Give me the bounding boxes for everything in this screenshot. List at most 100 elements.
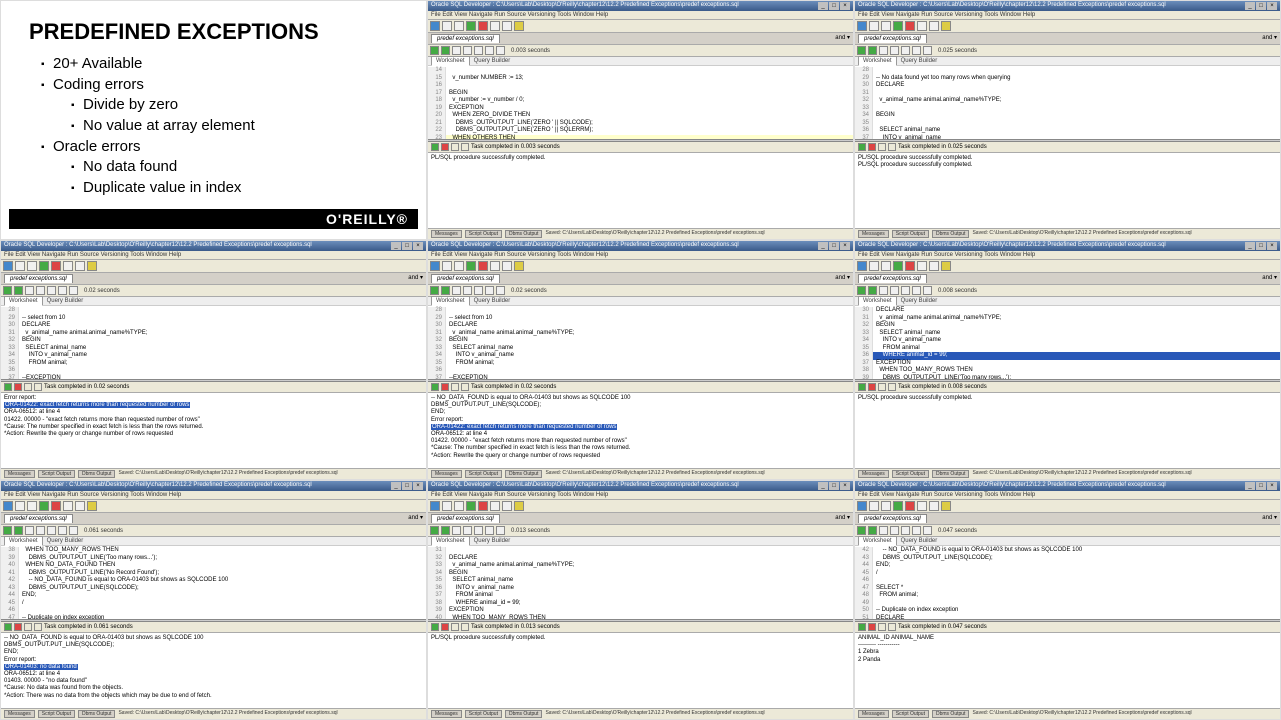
dbms-output-tab[interactable]: Dbms Output <box>505 230 542 238</box>
worksheet-tabs[interactable]: WorksheetQuery Builder <box>428 57 853 66</box>
worksheet-toolbar[interactable]: 0.061 seconds <box>1 525 426 537</box>
code-editor[interactable]: 42 -- NO_DATA_FOUND is equal to ORA-0140… <box>855 546 1280 619</box>
script-output-tab[interactable]: Script Output <box>465 230 502 238</box>
connection-dropdown[interactable]: and ▾ <box>1262 34 1277 43</box>
menu-bar[interactable]: File Edit View Navigate Run Source Versi… <box>428 11 853 20</box>
script-output[interactable]: -- NO_DATA_FOUND is equal to ORA-01403 b… <box>428 393 853 468</box>
script-output[interactable]: ANIMAL_ID ANIMAL_NAME--------- ---------… <box>855 633 1280 708</box>
window-controls[interactable]: _□× <box>1244 482 1277 490</box>
worksheet-toolbar[interactable]: 0.02 seconds <box>1 285 426 297</box>
menu-bar[interactable]: File Edit View Navigate Run Source Versi… <box>428 251 853 260</box>
worksheet-toolbar[interactable]: 0.02 seconds <box>428 285 853 297</box>
dbms-output-tab[interactable]: Dbms Output <box>505 710 542 718</box>
script-output-tab[interactable]: Script Output <box>892 230 929 238</box>
main-toolbar[interactable] <box>1 500 426 513</box>
window-titlebar[interactable]: Oracle SQL Developer : C:\Users\Lab\Desk… <box>855 481 1280 491</box>
code-editor[interactable]: 2829-- select from 1030DECLARE31 v_anima… <box>428 306 853 379</box>
script-output-tab[interactable]: Script Output <box>38 470 75 478</box>
worksheet-tabs[interactable]: WorksheetQuery Builder <box>428 537 853 546</box>
main-toolbar[interactable] <box>428 260 853 273</box>
worksheet-tabs[interactable]: WorksheetQuery Builder <box>428 297 853 306</box>
main-toolbar[interactable] <box>428 500 853 513</box>
dbms-output-tab[interactable]: Dbms Output <box>78 470 115 478</box>
window-controls[interactable]: _□× <box>817 482 850 490</box>
script-output-tab[interactable]: Script Output <box>465 470 502 478</box>
output-toolbar[interactable]: Task completed in 0.047 seconds <box>855 622 1280 633</box>
code-editor[interactable]: 38 WHEN TOO_MANY_ROWS THEN39 DBMS_OUTPUT… <box>1 546 426 619</box>
worksheet-toolbar[interactable]: 0.003 seconds <box>428 45 853 57</box>
dbms-output-tab[interactable]: Dbms Output <box>932 470 969 478</box>
window-controls[interactable]: _□× <box>390 242 423 250</box>
messages-tab[interactable]: Messages <box>4 710 35 718</box>
main-toolbar[interactable] <box>428 20 853 33</box>
file-tabs[interactable]: predef exceptions.sqland ▾ <box>855 273 1280 285</box>
menu-bar[interactable]: File Edit View Navigate Run Source Versi… <box>855 11 1280 20</box>
output-toolbar[interactable]: Task completed in 0.02 seconds <box>1 382 426 393</box>
code-editor[interactable]: 2829-- select from 1030DECLARE31 v_anima… <box>1 306 426 379</box>
code-editor[interactable]: 2829-- No data found yet too many rows w… <box>855 66 1280 139</box>
file-tabs[interactable]: predef exceptions.sqland ▾ <box>855 33 1280 45</box>
worksheet-tabs[interactable]: WorksheetQuery Builder <box>1 537 426 546</box>
worksheet-toolbar[interactable]: 0.008 seconds <box>855 285 1280 297</box>
connection-dropdown[interactable]: and ▾ <box>408 514 423 523</box>
window-titlebar[interactable]: Oracle SQL Developer : C:\Users\Lab\Desk… <box>855 1 1280 11</box>
messages-tab[interactable]: Messages <box>431 710 462 718</box>
output-toolbar[interactable]: Task completed in 0.003 seconds <box>428 142 853 153</box>
script-output-tab[interactable]: Script Output <box>892 470 929 478</box>
script-output[interactable]: PL/SQL procedure successfully completed.… <box>855 153 1280 228</box>
code-editor[interactable]: 1415 v_number NUMBER := 13;1617BEGIN18 v… <box>428 66 853 139</box>
connection-dropdown[interactable]: and ▾ <box>835 274 850 283</box>
worksheet-tabs[interactable]: WorksheetQuery Builder <box>855 57 1280 66</box>
dbms-output-tab[interactable]: Dbms Output <box>505 470 542 478</box>
connection-dropdown[interactable]: and ▾ <box>1262 274 1277 283</box>
script-output[interactable]: PL/SQL procedure successfully completed. <box>855 393 1280 468</box>
connection-dropdown[interactable]: and ▾ <box>1262 514 1277 523</box>
worksheet-toolbar[interactable]: 0.013 seconds <box>428 525 853 537</box>
worksheet-tabs[interactable]: WorksheetQuery Builder <box>855 537 1280 546</box>
file-tabs[interactable]: predef exceptions.sqland ▾ <box>1 513 426 525</box>
menu-bar[interactable]: File Edit View Navigate Run Source Versi… <box>1 251 426 260</box>
window-titlebar[interactable]: Oracle SQL Developer : C:\Users\Lab\Desk… <box>1 481 426 491</box>
window-controls[interactable]: _□× <box>1244 2 1277 10</box>
script-output[interactable]: -- NO_DATA_FOUND is equal to ORA-01403 b… <box>1 633 426 708</box>
code-editor[interactable]: 30DECLARE31 v_animal_name animal.animal_… <box>855 306 1280 379</box>
file-tabs[interactable]: predef exceptions.sqland ▾ <box>1 273 426 285</box>
worksheet-toolbar[interactable]: 0.025 seconds <box>855 45 1280 57</box>
main-toolbar[interactable] <box>855 500 1280 513</box>
file-tabs[interactable]: predef exceptions.sqland ▾ <box>428 273 853 285</box>
messages-tab[interactable]: Messages <box>431 230 462 238</box>
worksheet-toolbar[interactable]: 0.047 seconds <box>855 525 1280 537</box>
output-toolbar[interactable]: Task completed in 0.02 seconds <box>428 382 853 393</box>
script-output-tab[interactable]: Script Output <box>892 710 929 718</box>
file-tabs[interactable]: predef exceptions.sqland ▾ <box>428 33 853 45</box>
connection-dropdown[interactable]: and ▾ <box>408 274 423 283</box>
connection-dropdown[interactable]: and ▾ <box>835 34 850 43</box>
menu-bar[interactable]: File Edit View Navigate Run Source Versi… <box>855 251 1280 260</box>
code-editor[interactable]: 3132DECLARE33 v_animal_name animal.anima… <box>428 546 853 619</box>
window-titlebar[interactable]: Oracle SQL Developer : C:\Users\Lab\Desk… <box>1 241 426 251</box>
dbms-output-tab[interactable]: Dbms Output <box>932 710 969 718</box>
script-output-tab[interactable]: Script Output <box>465 710 502 718</box>
messages-tab[interactable]: Messages <box>858 710 889 718</box>
main-toolbar[interactable] <box>1 260 426 273</box>
script-output-tab[interactable]: Script Output <box>38 710 75 718</box>
window-controls[interactable]: _□× <box>817 2 850 10</box>
file-tabs[interactable]: predef exceptions.sqland ▾ <box>855 513 1280 525</box>
file-tabs[interactable]: predef exceptions.sqland ▾ <box>428 513 853 525</box>
window-titlebar[interactable]: Oracle SQL Developer : C:\Users\Lab\Desk… <box>428 241 853 251</box>
connection-dropdown[interactable]: and ▾ <box>835 514 850 523</box>
output-toolbar[interactable]: Task completed in 0.008 seconds <box>855 382 1280 393</box>
main-toolbar[interactable] <box>855 20 1280 33</box>
window-titlebar[interactable]: Oracle SQL Developer : C:\Users\Lab\Desk… <box>428 481 853 491</box>
script-output[interactable]: PL/SQL procedure successfully completed. <box>428 633 853 708</box>
output-toolbar[interactable]: Task completed in 0.013 seconds <box>428 622 853 633</box>
window-titlebar[interactable]: Oracle SQL Developer : C:\Users\Lab\Desk… <box>428 1 853 11</box>
main-toolbar[interactable] <box>855 260 1280 273</box>
messages-tab[interactable]: Messages <box>858 470 889 478</box>
script-output[interactable]: PL/SQL procedure successfully completed. <box>428 153 853 228</box>
output-toolbar[interactable]: Task completed in 0.061 seconds <box>1 622 426 633</box>
menu-bar[interactable]: File Edit View Navigate Run Source Versi… <box>1 491 426 500</box>
window-controls[interactable]: _□× <box>390 482 423 490</box>
worksheet-tabs[interactable]: WorksheetQuery Builder <box>1 297 426 306</box>
messages-tab[interactable]: Messages <box>431 470 462 478</box>
